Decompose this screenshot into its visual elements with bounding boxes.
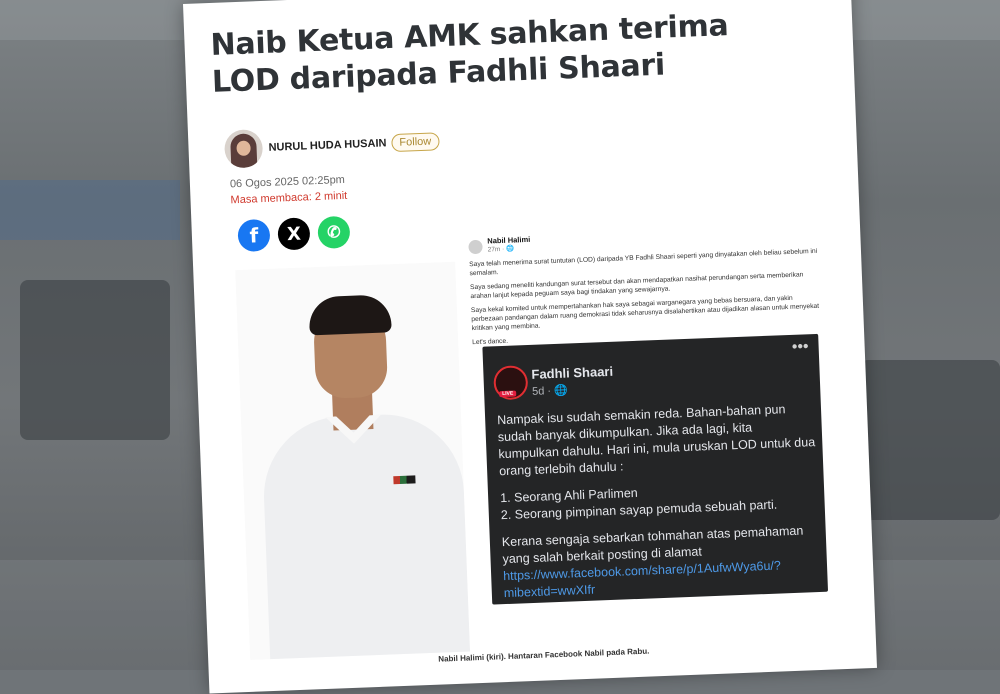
facebook-post-screenshot: Nabil Halimi 27m · 🌐 Saya telah menerima… (468, 223, 836, 649)
nabil-halimi-photo (235, 261, 471, 660)
shirt-logo (393, 475, 416, 485)
bg-blue-block (0, 180, 180, 240)
author-name[interactable]: NURUL HUDA HUSAIN (268, 137, 386, 154)
share-bar: f X ✆ (237, 215, 358, 253)
bg-dark-block (20, 280, 170, 440)
publish-date: 06 Ogos 2025 02:25pm (229, 173, 346, 191)
follow-button[interactable]: Follow (391, 132, 440, 153)
shared-poster-name: Fadhli Shaari (531, 363, 614, 382)
shared-post: ••• LIVE Fadhli Shaari 5d · 🌐 Nampak isu… (482, 333, 829, 605)
shared-post-time: 5d · 🌐 (531, 384, 569, 398)
author-avatar[interactable] (223, 129, 264, 169)
fb-post-body: Saya telah menerima surat tuntutan (LOD)… (469, 247, 824, 347)
whatsapp-share-icon[interactable]: ✆ (317, 215, 351, 249)
live-badge: LIVE (499, 390, 517, 398)
article-title: Naib Ketua AMK sahkan terima LOD daripad… (209, 8, 730, 100)
read-time: Masa membaca: 2 minit (230, 189, 348, 207)
facebook-share-icon[interactable]: f (237, 218, 271, 253)
shared-link: https://www.facebook.com/share/p/1AufwWy… (502, 558, 782, 601)
x-share-icon[interactable]: X (277, 217, 311, 251)
fb-avatar (468, 239, 483, 255)
article-card: Naib Ketua AMK sahkan terima LOD daripad… (183, 0, 877, 694)
author-row: NURUL HUDA HUSAIN Follow (223, 122, 440, 169)
fb-post-time: 27m · 🌐 (487, 245, 515, 254)
shared-paragraph: Nampak isu sudah semakin reda. Bahan-bah… (496, 402, 816, 479)
shared-post-body: Nampak isu sudah semakin reda. Bahan-bah… (497, 400, 822, 602)
bg-dark-block-right (860, 360, 1000, 520)
more-options-icon: ••• (791, 338, 809, 356)
